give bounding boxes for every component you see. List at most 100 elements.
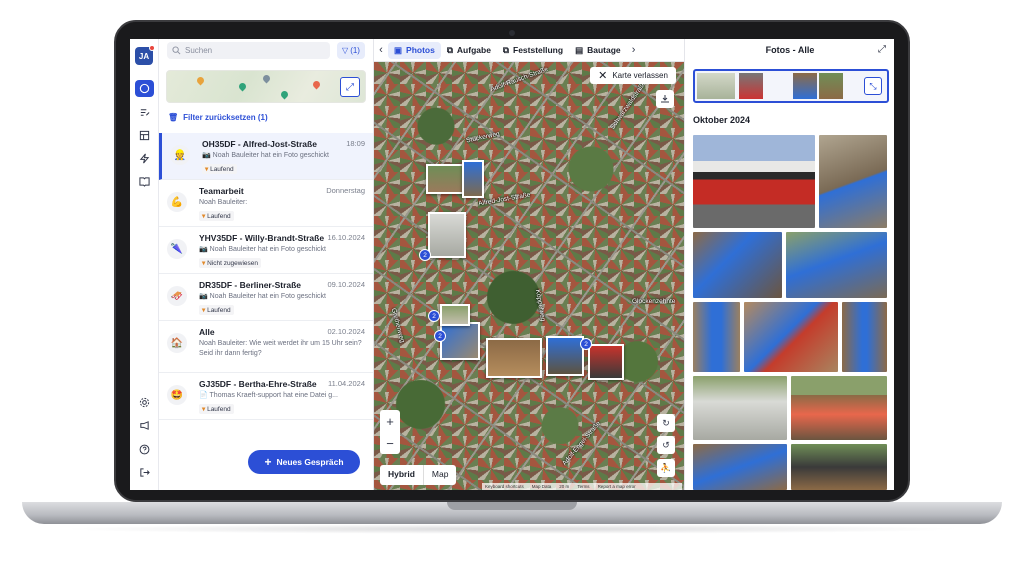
close-icon: ✕ xyxy=(598,70,608,82)
map-photo-marker[interactable] xyxy=(588,344,624,380)
conversation-avatar: 👷 xyxy=(170,145,190,165)
tab-photos[interactable]: ▣ Photos xyxy=(388,41,441,59)
conversation-avatar: 🌂 xyxy=(167,239,187,259)
book-icon[interactable] xyxy=(135,173,154,190)
map-photo-marker[interactable] xyxy=(440,322,480,360)
help-icon[interactable] xyxy=(135,441,154,458)
tab-aufgabe[interactable]: ⧉ Aufgabe xyxy=(441,42,497,59)
conversation-item[interactable]: 🌂 YHV35DF - Willy-Brandt-Straße 16.10.20… xyxy=(159,227,373,274)
chevron-right-icon[interactable]: › xyxy=(627,44,641,56)
cluster-count-badge[interactable]: 2 xyxy=(434,330,446,342)
map-photo-marker[interactable] xyxy=(440,304,470,326)
conversation-item[interactable]: 🏠 Alle 02.10.2024 Noah Bauleiter: Wie we… xyxy=(159,321,373,373)
search-icon xyxy=(172,46,181,55)
photo-thumbnail[interactable] xyxy=(819,135,887,228)
photo-thumbnail[interactable] xyxy=(744,302,838,372)
rotate-clockwise-icon[interactable]: ↻ xyxy=(657,414,675,432)
cluster-count-badge[interactable]: 2 xyxy=(580,338,592,350)
street-view-icon[interactable]: ⛹ xyxy=(657,459,675,477)
logout-icon[interactable] xyxy=(135,464,154,481)
street-label: Alfred-Jost-Straße xyxy=(477,191,531,208)
collapse-icon[interactable]: ⤡ xyxy=(864,77,882,95)
bolt-icon[interactable] xyxy=(135,150,154,167)
map-photo-marker[interactable] xyxy=(546,336,584,376)
map-pin-icon xyxy=(195,75,206,86)
satellite-map[interactable]: Adolf-Rausch-Straße Stückerweg Alfred-Jo… xyxy=(374,62,684,490)
image-icon: ▣ xyxy=(394,44,403,55)
photo-panel-title: Fotos - Alle xyxy=(765,45,815,55)
edit-list-icon[interactable] xyxy=(135,104,154,121)
month-heading: Oktober 2024 xyxy=(693,115,751,125)
status-badge: ▾ Laufend xyxy=(199,211,234,221)
mini-map[interactable]: ⤢ xyxy=(166,70,366,103)
settings-gear-icon[interactable] xyxy=(135,394,154,411)
map-pin-icon xyxy=(279,89,290,100)
tab-bautage[interactable]: ▤ Bautage xyxy=(569,42,627,59)
conversation-item[interactable]: 👷 OH35DF - Alfred-Jost-Straße 18:09 📷 No… xyxy=(159,133,373,180)
photo-thumbnail[interactable] xyxy=(693,302,740,372)
photo-thumbnail[interactable] xyxy=(693,444,787,490)
status-badge: ▾ Laufend xyxy=(202,164,237,174)
fullscreen-icon[interactable]: ⤢ xyxy=(878,44,886,55)
filter-button[interactable]: ▽ (1) xyxy=(337,42,365,59)
exit-map-button[interactable]: ✕ Karte verlassen xyxy=(590,67,676,84)
map-type-hybrid[interactable]: Hybrid xyxy=(380,465,424,485)
conversation-avatar: 🤩 xyxy=(167,385,187,405)
photo-thumbnail[interactable] xyxy=(791,444,887,490)
tab-bar: ‹ ▣ Photos ⧉ Aufgabe ⧉ Feststellung ▤ Bautag… xyxy=(374,39,684,62)
street-label: Schwarzwaldstraße xyxy=(609,80,648,131)
map-photo-marker[interactable] xyxy=(426,164,464,194)
filter-icon: ▽ xyxy=(342,46,349,55)
document-icon: ▤ xyxy=(575,44,584,55)
photo-panel: Fotos - Alle ⤢ ⤡ Oktober 2024 xyxy=(684,39,894,490)
photo-thumbnail[interactable] xyxy=(693,135,815,228)
photo-thumbnail[interactable] xyxy=(693,232,782,298)
map-attribution: Keyboard shortcuts Map Data 20 m Terms R… xyxy=(482,483,682,490)
street-label: Grethenweg xyxy=(389,307,406,344)
street-label: Adolf-Rausch-Straße xyxy=(489,65,550,94)
map-photo-marker[interactable] xyxy=(486,338,542,378)
app-screen: JA Suchen ▽ (1) ⤢ 🗑 Filter zurücksetzen (1… xyxy=(130,39,894,490)
chevron-left-icon[interactable]: ‹ xyxy=(374,44,388,56)
new-conversation-button[interactable]: + Neues Gespräch xyxy=(248,450,360,474)
conversation-item[interactable]: 🤩 GJ35DF - Bertha-Ehre-Straße 11.04.2024… xyxy=(159,373,373,420)
rotate-counterclockwise-icon[interactable]: ↺ xyxy=(657,436,675,454)
photo-thumbnail[interactable] xyxy=(842,302,887,372)
search-input[interactable]: Suchen xyxy=(167,42,330,59)
map-photo-marker[interactable] xyxy=(428,212,466,258)
camera xyxy=(509,30,515,36)
map-photo-marker[interactable] xyxy=(462,160,484,198)
photo-thumbnail[interactable] xyxy=(786,232,887,298)
trash-icon: 🗑 xyxy=(168,113,179,122)
map-type-toggle: Hybrid Map xyxy=(380,465,457,485)
conversation-avatar: 🏠 xyxy=(167,333,187,353)
street-label: Koppelweg xyxy=(533,289,547,322)
conversation-item[interactable]: 🛷 DR35DF - Berliner-Straße 09.10.2024 📷 … xyxy=(159,274,373,321)
table-icon[interactable] xyxy=(135,127,154,144)
street-label: Stückerweg xyxy=(465,130,501,145)
chat-icon[interactable] xyxy=(135,80,154,97)
map-pin-icon xyxy=(261,73,272,84)
avatar[interactable]: JA xyxy=(135,45,155,65)
photo-thumbnail[interactable] xyxy=(693,376,787,440)
expand-map-icon[interactable]: ⤢ xyxy=(340,77,360,97)
download-icon[interactable] xyxy=(656,90,674,108)
notification-dot xyxy=(149,45,155,51)
zoom-in-button[interactable]: + xyxy=(386,414,394,429)
mini-map-strip[interactable]: ⤡ xyxy=(693,69,889,103)
conversation-item[interactable]: 💪 Teamarbeit Donnerstag Noah Bauleiter: … xyxy=(159,180,373,227)
status-badge: ▾ Laufend xyxy=(199,404,234,414)
street-label: Adolf-Engel-Straße xyxy=(561,420,603,467)
cluster-count-badge[interactable]: 2 xyxy=(428,310,440,322)
conversation-panel: Suchen ▽ (1) ⤢ 🗑 Filter zurücksetzen (1) 👷… xyxy=(159,39,374,490)
tab-feststellung[interactable]: ⧉ Feststellung xyxy=(497,42,569,59)
copy-icon: ⧉ xyxy=(502,44,509,55)
left-rail: JA xyxy=(130,39,159,490)
cluster-count-badge[interactable]: 2 xyxy=(419,249,431,261)
map-type-map[interactable]: Map xyxy=(424,465,457,485)
filter-reset-link[interactable]: 🗑 Filter zurücksetzen (1) xyxy=(168,113,268,122)
zoom-out-button[interactable]: − xyxy=(386,436,394,451)
zoom-control: + − xyxy=(380,410,400,454)
photo-thumbnail[interactable] xyxy=(791,376,887,440)
megaphone-icon[interactable] xyxy=(135,417,154,434)
